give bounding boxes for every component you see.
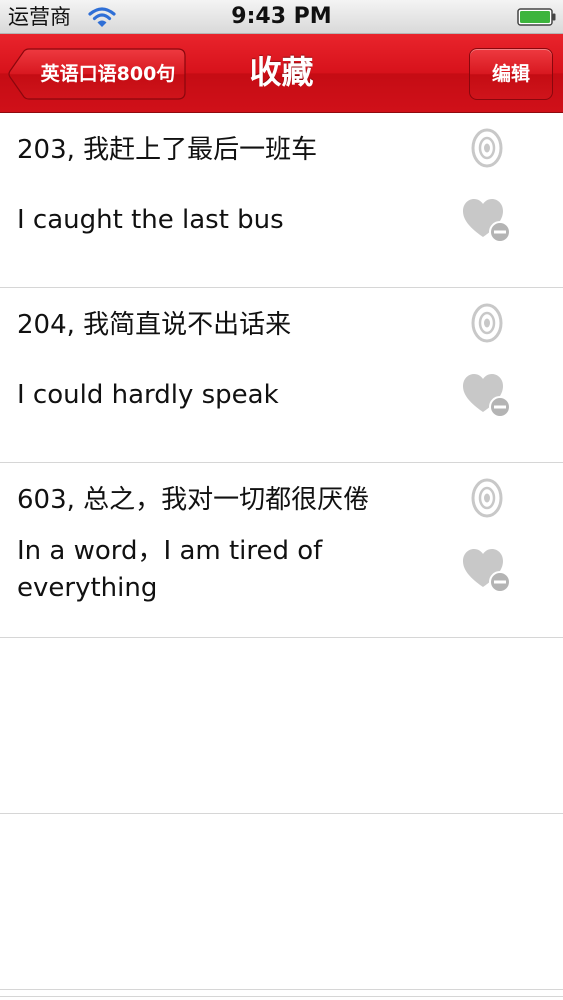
- favorites-list: 203, 我赶上了最后一班车 I caught the last bus 204…: [0, 113, 563, 990]
- page-title: 收藏: [249, 53, 314, 91]
- heart-minus-icon[interactable]: [463, 374, 511, 418]
- favorites-screen: 运营商 9:43 PM 英语口语800句 收藏 编辑 203, 我赶上了最后一班…: [0, 0, 563, 1000]
- heart-minus-icon[interactable]: [463, 199, 511, 243]
- list-item[interactable]: 603, 总之，我对一切都很厌倦 In a word，I am tired of…: [0, 463, 563, 638]
- phrase-english: In a word，I am tired of everything: [17, 536, 323, 603]
- phrase-english: I could hardly speak: [17, 380, 279, 410]
- edit-button[interactable]: 编辑: [469, 48, 553, 100]
- navigation-bar: 英语口语800句 收藏 编辑: [0, 34, 563, 113]
- battery-icon: [517, 8, 556, 26]
- status-time: 9:43 PM: [231, 4, 332, 29]
- speaker-icon[interactable]: [470, 128, 504, 168]
- speaker-icon[interactable]: [470, 478, 504, 518]
- phrase-chinese: 603, 总之，我对一切都很厌倦: [17, 485, 370, 515]
- list-item[interactable]: 203, 我赶上了最后一班车 I caught the last bus: [0, 113, 563, 288]
- phrase-chinese: 204, 我简直说不出话来: [17, 310, 292, 340]
- phrase-chinese: 203, 我赶上了最后一班车: [17, 135, 318, 165]
- list-divider: [0, 996, 563, 997]
- status-bar: 运营商 9:43 PM: [0, 0, 563, 34]
- empty-row: [0, 638, 563, 814]
- speaker-icon[interactable]: [470, 303, 504, 343]
- heart-minus-icon[interactable]: [463, 549, 511, 593]
- empty-row: [0, 814, 563, 990]
- back-button[interactable]: 英语口语800句: [8, 48, 186, 100]
- list-item[interactable]: 204, 我简直说不出话来 I could hardly speak: [0, 288, 563, 463]
- back-button-label: 英语口语800句: [40, 63, 176, 85]
- phrase-english: I caught the last bus: [17, 205, 284, 235]
